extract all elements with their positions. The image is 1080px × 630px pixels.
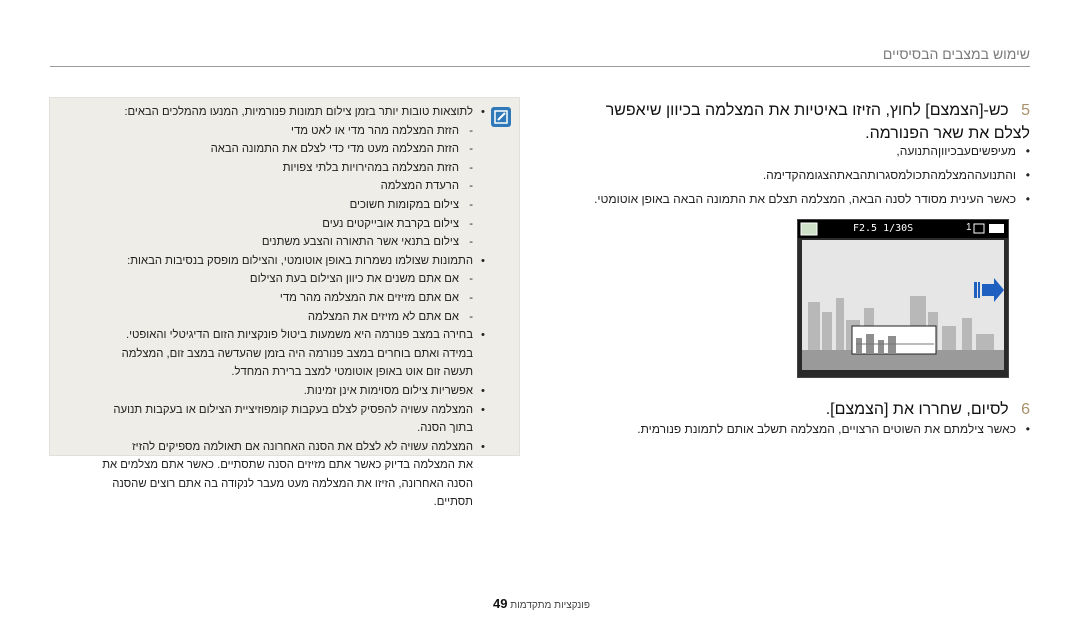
note-item: צילום בקרבת אובייקטים נעים [55,215,485,234]
step-number: 6 [1021,401,1030,418]
camera-lcd-illustration: F2.5 1/30S 1 [797,219,1009,378]
note-item: במידה ואתם בוחרים במצב פנורמה היה בזמן ש… [121,347,473,360]
note-item: את המצלמה בדיוק כאשר אתם מזיזים הסנה שתס… [102,459,473,472]
note-item: תסתיים. [433,496,473,509]
footer-label: פונקציות מתקדמות [510,600,590,611]
note-item: התמונות שצולמו נשמרות באופן אוטומטי, והצ… [55,252,485,271]
step-text: כש-[הצמצם] לחוץ, הזיזו באיטיות את המצלמה… [605,102,1030,142]
step-6-bullets: כאשר צילמתם את השוטים הרצויים, המצלמה תש… [570,420,1030,444]
note-item: לתוצאות טובות יותר בזמן צילום תמונות פנו… [55,103,485,122]
bullet-item: כאשר צילמתם את השוטים הרצויים, המצלמה תש… [570,420,1030,438]
note-item: אם אתם משנים את כיוון הצילום בעת הצילום [55,270,485,289]
note-item: אם אתם מזיזים את המצלמה מהר מדי [55,289,485,308]
note-item: הזזת המצלמה מהר מדי או לאט מדי [55,122,485,141]
note-item: המצלמה עשויה לא לצלם את הסנה האחרונה אם … [55,438,485,457]
city-skyline-image [802,240,1004,370]
note-item: המצלמה עשויה להפסיק לצלם בעקבות קומפוזיצ… [55,401,485,420]
lcd-status-bar: F2.5 1/30S 1 [798,220,1008,238]
step-5: 5 כש-[הצמצם] לחוץ, הזיזו באיטיות את המצל… [570,99,1030,145]
section-title: שימוש במצבים הבסיסיים [882,46,1030,62]
header-divider [50,66,1030,67]
note-item: הזזת המצלמה מעט מדי כדי לצלם את התמונה ה… [55,140,485,159]
note-item: בחירה במצב פנורמה היא משמעות ביטול פונקצ… [55,326,485,345]
note-item: אפשריות צילום מסוימות אינן זמינות. [55,382,485,401]
note-item: הסנה האחרונה, הזיזו את המצלמה מעט מעבר ל… [112,477,473,490]
step-text: לסיום, שחררו את [הצמצם]. [825,401,1009,418]
bullet-item: והתנועההמצלמהתכולמסגרותהבאתהצגומהקדימה. [570,166,1030,184]
page-footer: פונקציות מתקדמות 49 [400,596,590,611]
note-item: בתוך הסנה. [417,422,473,435]
step-6: 6 לסיום, שחררו את [הצמצם]. [570,398,1030,421]
note-item: הרעדת המצלמה [55,177,485,196]
note-item: צילום בתנאי אשר התאורה והצבע משתנים [55,233,485,252]
note-item: צילום במקומות חשוכים [55,196,485,215]
note-item: הזזת המצלמה במהירויות בלתי צפויות [55,159,485,178]
note-item: אם אתם לא מזיזים את המצלמה [55,308,485,327]
shot-count: 1 [966,222,972,233]
note-icon [491,107,511,127]
bullet-item: כאשר העינית מסודר לסנה הבאה, המצלמה תצלם… [570,190,1030,208]
step-5-bullets: מעיפשיםעבכיווןהתנועה, והתנועההמצלמהתכולמ… [570,142,1030,214]
exposure-readout: F2.5 1/30S [853,223,914,234]
step-number: 5 [1021,102,1030,119]
note-item: תעשה זום אוט באופן אוטומטי למצב ברירת המ… [231,366,473,379]
note-box: לתוצאות טובות יותר בזמן צילום תמונות פנו… [49,97,520,508]
page-number: 49 [493,596,508,611]
bullet-item: מעיפשיםעבכיווןהתנועה, [570,142,1030,160]
note-list: לתוצאות טובות יותר בזמן צילום תמונות פנו… [55,103,485,512]
